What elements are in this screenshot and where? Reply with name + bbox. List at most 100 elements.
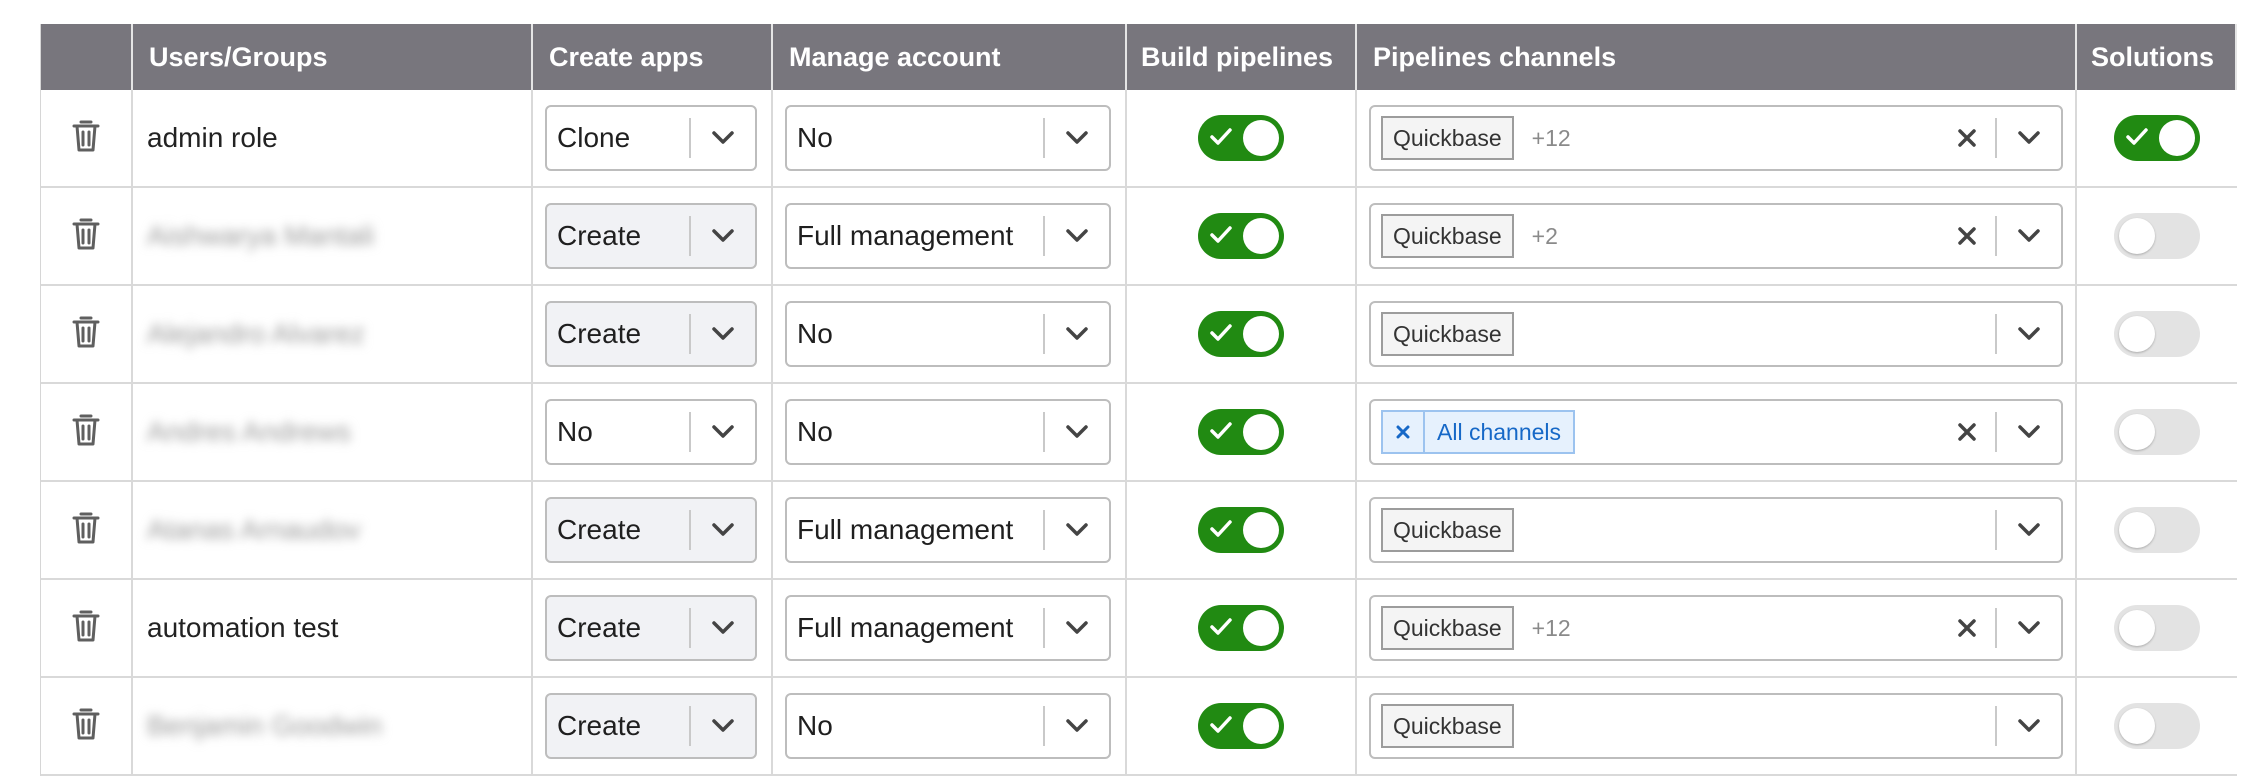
- more-channels-count: +12: [1531, 614, 1571, 641]
- user-group-name: Aishwarya Mantali: [147, 220, 375, 251]
- chevron-down-icon[interactable]: [691, 229, 755, 243]
- trash-icon[interactable]: [71, 707, 101, 746]
- chevron-down-icon[interactable]: [1997, 229, 2061, 243]
- table-header: Users/Groups Create apps Manage account …: [41, 24, 2237, 90]
- chevron-down-icon[interactable]: [1045, 131, 1109, 145]
- build-pipelines-toggle[interactable]: [1198, 409, 1284, 455]
- solutions-toggle[interactable]: [2114, 507, 2200, 553]
- chevron-down-icon[interactable]: [691, 425, 755, 439]
- create-apps-select[interactable]: Create: [545, 693, 757, 759]
- pipelines-channels-select[interactable]: Quickbase: [1369, 301, 2063, 367]
- chevron-down-icon[interactable]: [1997, 327, 2061, 341]
- chevron-down-icon[interactable]: [1997, 621, 2061, 635]
- chevron-down-icon[interactable]: [1045, 523, 1109, 537]
- channel-chip: Quickbase: [1381, 606, 1514, 650]
- header-manage-account: Manage account: [773, 24, 1127, 90]
- create-apps-select[interactable]: No: [545, 399, 757, 465]
- chevron-down-icon[interactable]: [1045, 229, 1109, 243]
- create-apps-select[interactable]: Create: [545, 497, 757, 563]
- manage-account-select[interactable]: No: [785, 301, 1111, 367]
- solutions-toggle[interactable]: [2114, 115, 2200, 161]
- solutions-toggle[interactable]: [2114, 703, 2200, 749]
- build-pipelines-toggle[interactable]: [1198, 311, 1284, 357]
- check-icon: [1210, 225, 1232, 250]
- solutions-toggle[interactable]: [2114, 311, 2200, 357]
- manage-account-value: No: [797, 416, 833, 447]
- solutions-toggle[interactable]: [2114, 213, 2200, 259]
- build-pipelines-toggle[interactable]: [1198, 605, 1284, 651]
- chevron-down-icon[interactable]: [691, 523, 755, 537]
- remove-chip-icon[interactable]: [1383, 412, 1425, 452]
- create-apps-value: Create: [557, 318, 642, 349]
- chevron-down-icon[interactable]: [691, 719, 755, 733]
- trash-icon[interactable]: [71, 511, 101, 550]
- chevron-down-icon[interactable]: [1045, 327, 1109, 341]
- table-row: Benjamin Goodwin Create No Quickbase: [41, 678, 2237, 776]
- manage-account-value: Full management: [797, 612, 1014, 643]
- create-apps-value: Create: [557, 612, 642, 643]
- header-create-apps: Create apps: [533, 24, 773, 90]
- chevron-down-icon[interactable]: [1045, 719, 1109, 733]
- chevron-down-icon[interactable]: [1997, 131, 2061, 145]
- user-group-name: Benjamin Goodwin: [147, 710, 383, 741]
- pipelines-channels-select[interactable]: Quickbase +2: [1369, 203, 2063, 269]
- channel-chip: Quickbase: [1381, 704, 1514, 748]
- trash-icon[interactable]: [71, 119, 101, 158]
- chevron-down-icon[interactable]: [1045, 425, 1109, 439]
- pipelines-channels-select[interactable]: Quickbase: [1369, 497, 2063, 563]
- table-row: admin role Clone No Quickbase +12: [41, 90, 2237, 188]
- more-channels-count: +2: [1531, 222, 1558, 249]
- chevron-down-icon[interactable]: [1045, 621, 1109, 635]
- user-group-name: Andres Andrews: [147, 416, 351, 447]
- manage-account-select[interactable]: No: [785, 399, 1111, 465]
- create-apps-select[interactable]: Create: [545, 203, 757, 269]
- manage-account-select[interactable]: No: [785, 105, 1111, 171]
- chevron-down-icon[interactable]: [1997, 425, 2061, 439]
- create-apps-select[interactable]: Create: [545, 595, 757, 661]
- channel-chip: Quickbase: [1381, 214, 1514, 258]
- create-apps-value: Create: [557, 220, 642, 251]
- close-icon[interactable]: [1939, 227, 1995, 245]
- manage-account-select[interactable]: Full management: [785, 497, 1111, 563]
- solutions-toggle[interactable]: [2114, 605, 2200, 651]
- chevron-down-icon[interactable]: [691, 621, 755, 635]
- trash-icon[interactable]: [71, 609, 101, 648]
- chevron-down-icon[interactable]: [691, 327, 755, 341]
- close-icon[interactable]: [1939, 619, 1995, 637]
- pipelines-channels-select[interactable]: Quickbase +12: [1369, 595, 2063, 661]
- trash-icon[interactable]: [71, 217, 101, 256]
- create-apps-select[interactable]: Clone: [545, 105, 757, 171]
- build-pipelines-toggle[interactable]: [1198, 115, 1284, 161]
- solutions-toggle[interactable]: [2114, 409, 2200, 455]
- build-pipelines-toggle[interactable]: [1198, 213, 1284, 259]
- trash-icon[interactable]: [71, 413, 101, 452]
- user-group-name: admin role: [147, 122, 278, 153]
- close-icon[interactable]: [1939, 423, 1995, 441]
- chevron-down-icon[interactable]: [691, 131, 755, 145]
- trash-icon[interactable]: [71, 315, 101, 354]
- user-group-name: Alejandro Alvarez: [147, 318, 365, 349]
- chevron-down-icon[interactable]: [1997, 523, 2061, 537]
- create-apps-value: Clone: [557, 122, 631, 153]
- close-icon[interactable]: [1939, 129, 1995, 147]
- pipelines-channels-select[interactable]: Quickbase: [1369, 693, 2063, 759]
- create-apps-select[interactable]: Create: [545, 301, 757, 367]
- check-icon: [1210, 421, 1232, 446]
- header-users-groups: Users/Groups: [133, 24, 533, 90]
- create-apps-value: Create: [557, 710, 642, 741]
- pipelines-channels-select[interactable]: All channels: [1369, 399, 2063, 465]
- manage-account-value: No: [797, 318, 833, 349]
- header-actions: [41, 24, 133, 90]
- user-group-name: Atanas Arnaudov: [147, 514, 361, 545]
- channel-chip: Quickbase: [1381, 508, 1514, 552]
- chevron-down-icon[interactable]: [1997, 719, 2061, 733]
- more-channels-count: +12: [1531, 124, 1571, 151]
- table-row: automation test Create Full management Q…: [41, 580, 2237, 678]
- manage-account-select[interactable]: No: [785, 693, 1111, 759]
- build-pipelines-toggle[interactable]: [1198, 703, 1284, 749]
- manage-account-select[interactable]: Full management: [785, 203, 1111, 269]
- create-apps-value: No: [557, 416, 593, 447]
- build-pipelines-toggle[interactable]: [1198, 507, 1284, 553]
- pipelines-channels-select[interactable]: Quickbase +12: [1369, 105, 2063, 171]
- manage-account-select[interactable]: Full management: [785, 595, 1111, 661]
